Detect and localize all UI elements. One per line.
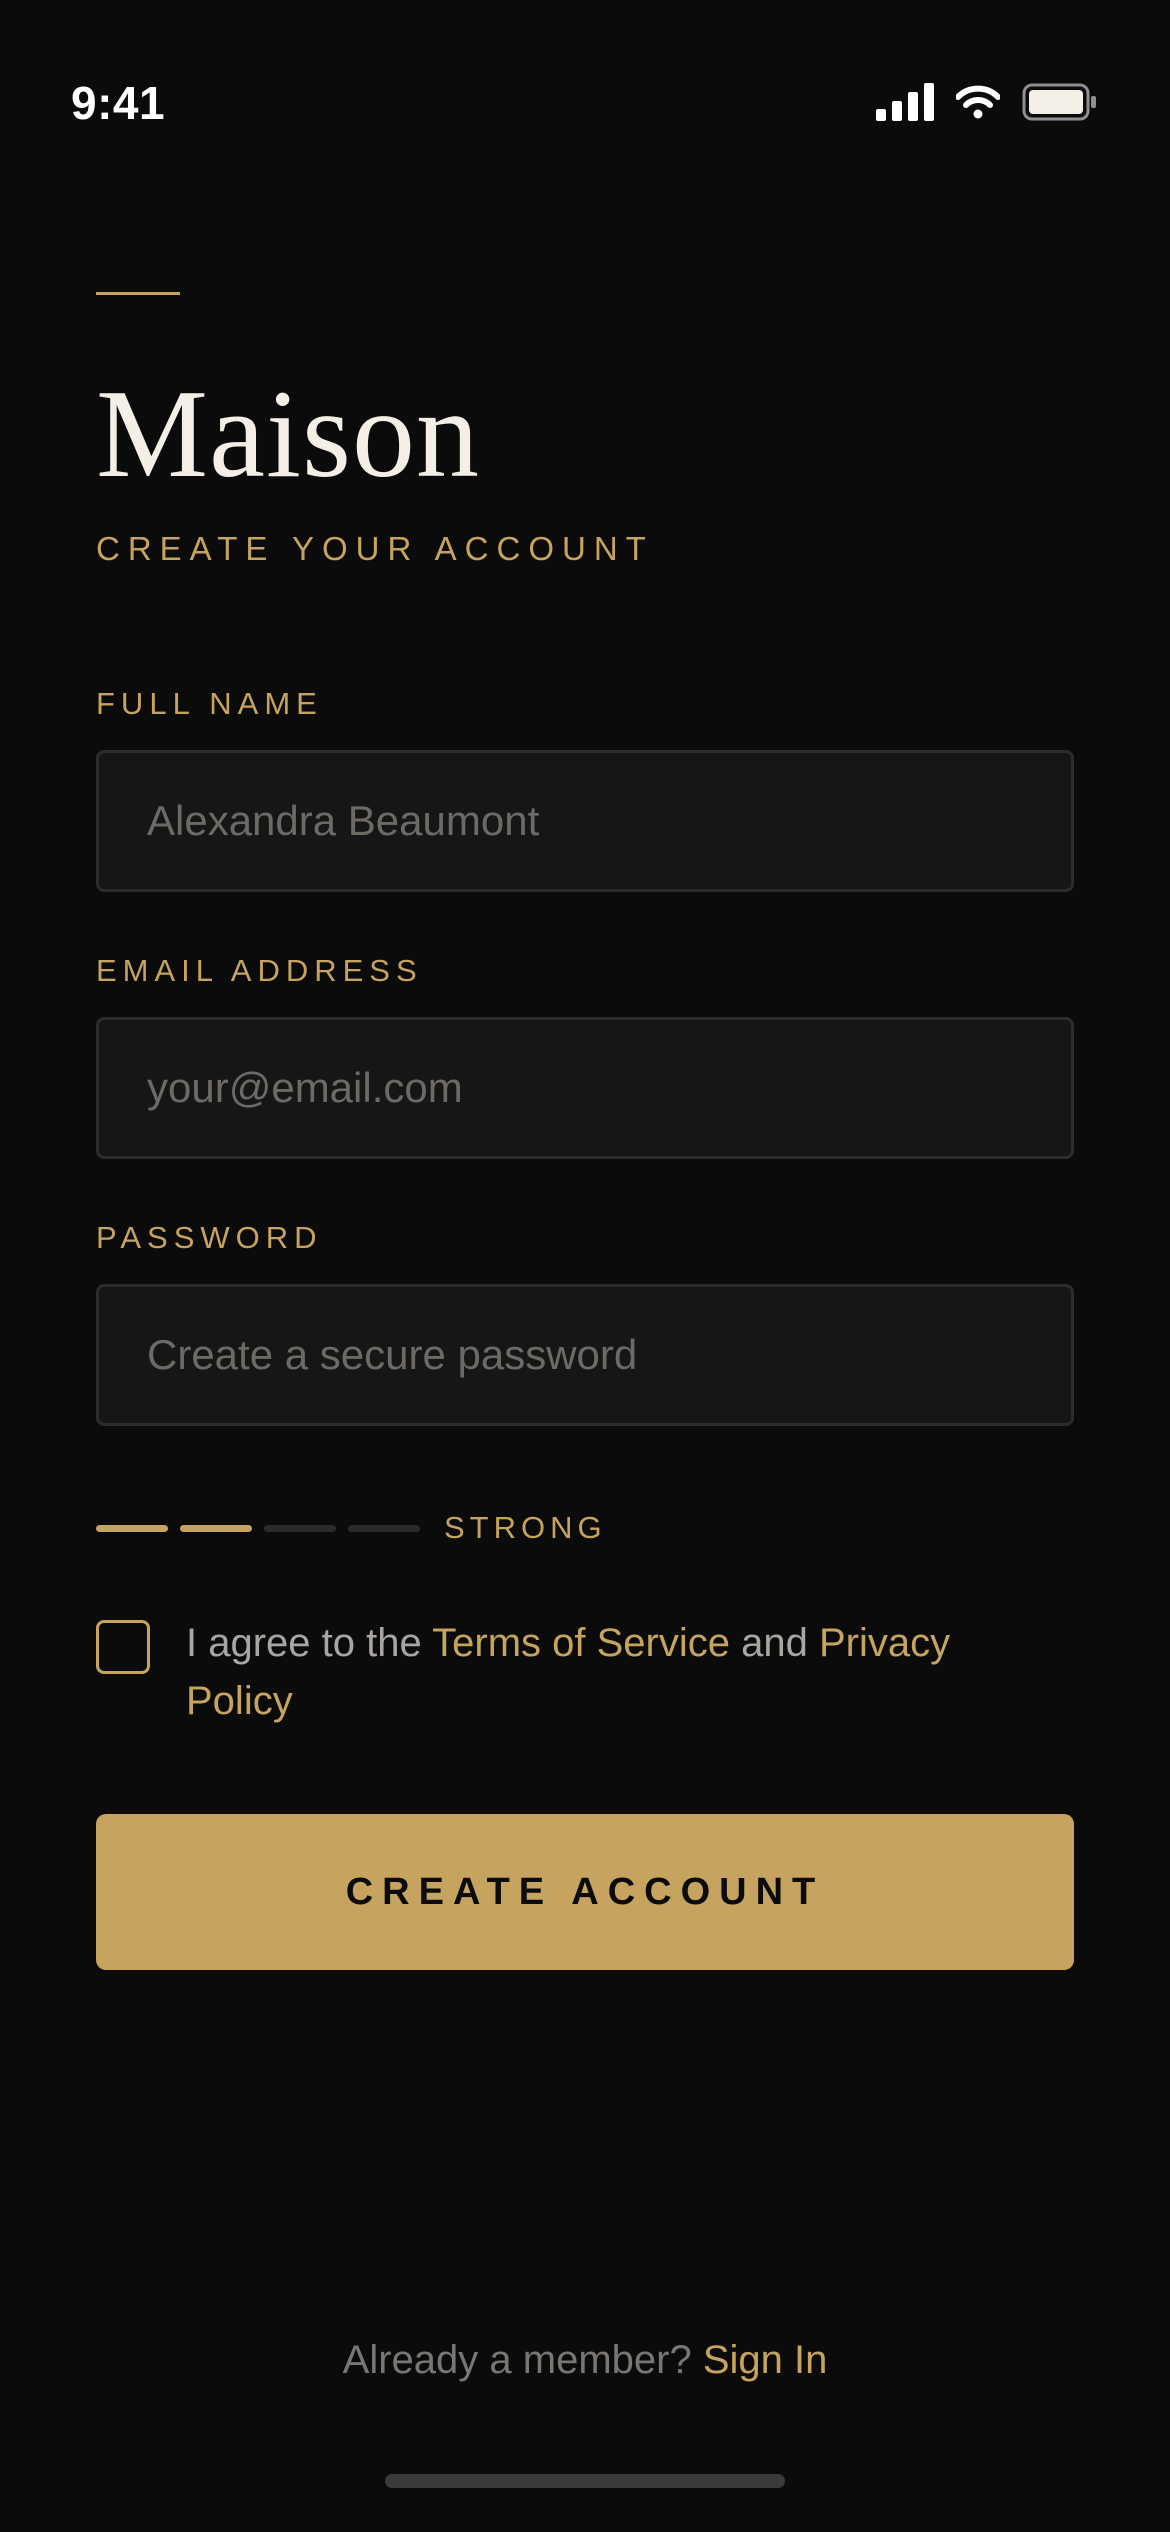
password-label: PASSWORD (96, 1220, 323, 1255)
email-label: EMAIL ADDRESS (96, 953, 423, 988)
terms-prefix-text: I agree to the (186, 1621, 433, 1665)
status-time: 9:41 (71, 77, 166, 129)
signup-screen: 9:41 Maison CREATE YOUR ACCOUNT FULL NAM… (0, 0, 1170, 2532)
sign-in-prompt-text: Already a member? (342, 2338, 703, 2382)
status-icons (876, 80, 1098, 124)
password-strength-label: STRONG (444, 1510, 607, 1545)
brand-title: Maison (96, 365, 480, 504)
accent-divider (96, 292, 180, 295)
battery-icon (1022, 83, 1098, 121)
email-input[interactable] (96, 1017, 1074, 1159)
terms-agreement-text: I agree to the Terms of Service and Priv… (186, 1614, 1046, 1730)
full-name-label: FULL NAME (96, 686, 323, 721)
terms-of-service-link[interactable]: Terms of Service (432, 1621, 730, 1665)
sign-in-prompt: Already a member? Sign In (0, 2338, 1170, 2383)
signal-icon (876, 83, 934, 121)
page-subtitle: CREATE YOUR ACCOUNT (96, 530, 654, 567)
password-input[interactable] (96, 1284, 1074, 1426)
password-strength-meter: STRONG (96, 1508, 607, 1548)
full-name-input[interactable] (96, 750, 1074, 892)
strength-bars (96, 1524, 432, 1532)
create-account-button[interactable]: CREATE ACCOUNT (96, 1814, 1074, 1970)
strength-segment (264, 1524, 336, 1532)
wifi-icon (956, 85, 1000, 119)
terms-middle-text: and (729, 1621, 819, 1665)
strength-segment (96, 1524, 168, 1532)
strength-segment (180, 1524, 252, 1532)
terms-checkbox[interactable] (96, 1620, 150, 1674)
sign-in-link[interactable]: Sign In (703, 2338, 828, 2382)
status-bar: 9:41 (0, 0, 1170, 200)
strength-segment (348, 1524, 420, 1532)
terms-agreement: I agree to the Terms of Service and Priv… (96, 1614, 1074, 1730)
home-indicator (385, 2474, 785, 2488)
